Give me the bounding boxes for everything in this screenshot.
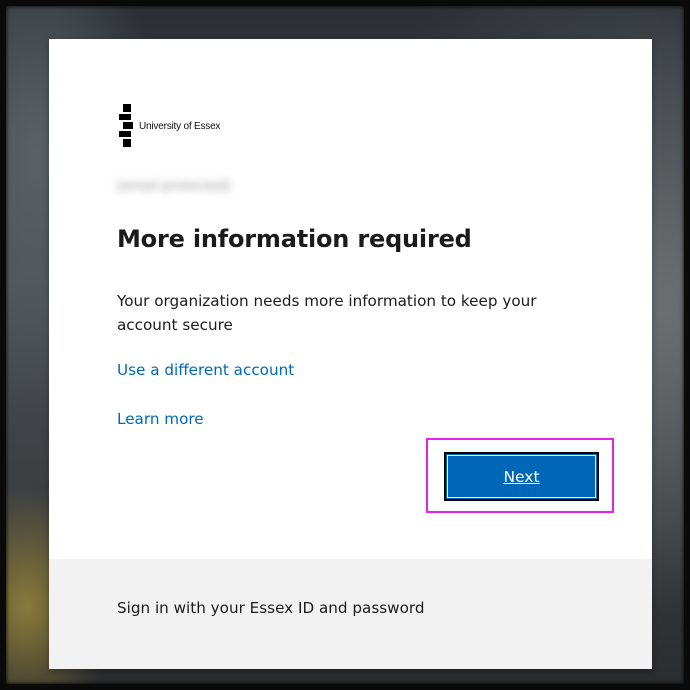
footer-text: Sign in with your Essex ID and password [117, 599, 425, 617]
description-text: Your organization needs more information… [117, 292, 537, 334]
screenshot-frame: University of Essex [email protected] Mo… [0, 0, 690, 690]
logo-text: University of Essex [139, 120, 221, 132]
essex-logo-icon [119, 104, 135, 148]
use-different-account-link[interactable]: Use a different account [117, 361, 294, 379]
next-button[interactable]: Next [444, 452, 599, 501]
account-email-text: [email protected] [117, 179, 230, 194]
card-footer: Sign in with your Essex ID and password [49, 559, 652, 669]
learn-more-link[interactable]: Learn more [117, 410, 204, 428]
organization-logo: University of Essex [119, 104, 220, 148]
card-body: University of Essex [email protected] Mo… [49, 39, 652, 559]
sign-in-card: University of Essex [email protected] Mo… [49, 39, 652, 669]
account-email: [email protected] [117, 179, 285, 195]
page-title: More information required [117, 225, 472, 253]
